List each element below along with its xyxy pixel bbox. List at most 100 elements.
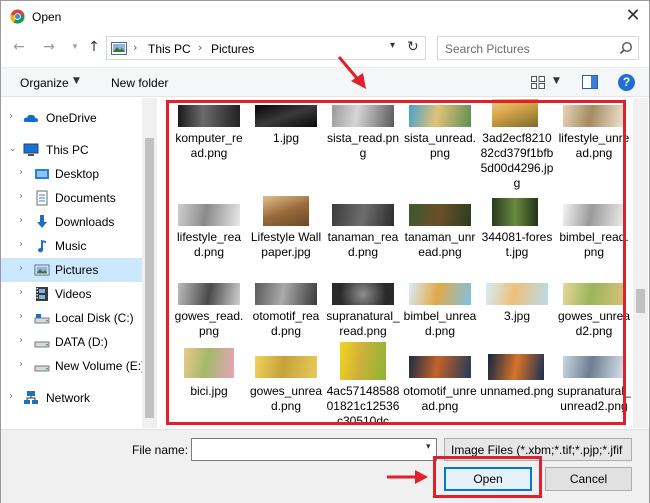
sidebar-item-videos[interactable]: › Videos — [1, 282, 142, 306]
sidebar-item-label: Pictures — [55, 263, 99, 277]
sidebar-item-music[interactable]: › Music — [1, 234, 142, 258]
breadcrumb-separator-icon: › — [198, 41, 203, 54]
chevron-right-icon[interactable]: › — [19, 263, 23, 274]
image-thumbnail — [263, 196, 309, 226]
view-dropdown-icon[interactable]: ▼ — [553, 76, 560, 86]
back-arrow-icon[interactable]: ← — [11, 39, 27, 55]
chevron-right-icon[interactable]: › — [19, 335, 23, 346]
new-folder-button[interactable]: New folder — [111, 76, 168, 90]
file-name: supranatural_read.png — [326, 309, 400, 338]
chevron-right-icon[interactable]: › — [19, 239, 23, 250]
download-arrow-icon — [37, 215, 47, 228]
computer-icon — [23, 143, 39, 156]
address-dropdown-icon[interactable]: ▾ — [390, 40, 395, 51]
chevron-down-icon[interactable]: ⌄ — [9, 144, 17, 154]
file-list: komputer_read.png 1.jpg sista_read.png s… — [158, 98, 633, 428]
help-icon[interactable]: ? — [618, 74, 635, 91]
image-thumbnail — [563, 204, 625, 226]
sidebar-item-downloads[interactable]: › Downloads — [1, 210, 142, 234]
image-thumbnail — [563, 356, 625, 378]
chevron-right-icon[interactable]: › — [19, 191, 23, 202]
chevron-right-icon[interactable]: › — [9, 111, 13, 122]
image-thumbnail — [488, 354, 544, 380]
sidebar-item-this-pc[interactable]: ⌄ This PC — [1, 138, 142, 162]
sidebar-item-label: New Volume (E:) — [55, 359, 146, 373]
image-thumbnail — [178, 204, 240, 226]
network-icon — [24, 391, 38, 404]
sidebar-item-label: Documents — [55, 191, 116, 205]
refresh-icon[interactable]: ↻ — [407, 39, 419, 55]
file-name: 1.jpg — [272, 131, 300, 145]
documents-icon — [36, 190, 48, 206]
preview-pane-icon[interactable] — [582, 75, 598, 89]
organize-button[interactable]: Organize — [20, 76, 69, 90]
file-name: supranatural_unread2.png — [557, 384, 631, 413]
sidebar-item-label: This PC — [46, 143, 89, 157]
chevron-right-icon[interactable]: › — [19, 215, 23, 226]
chevron-right-icon[interactable]: › — [19, 287, 23, 298]
file-name: tanaman_unread.png — [404, 230, 476, 259]
organize-dropdown-icon[interactable]: ▼ — [73, 76, 80, 86]
file-name: gowes_unread.png — [249, 384, 323, 413]
file-name: lifestyle_unread.png — [558, 131, 630, 160]
file-list-scrollbar-thumb[interactable] — [636, 289, 645, 313]
sidebar-item-label: Downloads — [55, 215, 115, 229]
annotation-arrow-icon — [387, 470, 428, 484]
file-name: bimbel_read.png — [559, 230, 629, 259]
view-options-icon[interactable] — [531, 76, 545, 89]
breadcrumb-pictures[interactable]: Pictures — [211, 42, 254, 56]
command-toolbar: Organize ▼ New folder ▼ ? — [1, 67, 649, 97]
image-thumbnail — [178, 283, 240, 305]
chrome-icon — [10, 9, 25, 24]
cloud-icon — [23, 114, 38, 122]
disk-drive-icon — [34, 314, 50, 324]
breadcrumb-this-pc[interactable]: This PC — [148, 42, 191, 56]
disk-drive-icon — [34, 365, 50, 372]
file-name: 3.jpg — [503, 309, 531, 323]
image-thumbnail — [332, 204, 394, 226]
cancel-button[interactable]: Cancel — [545, 467, 632, 491]
file-name-input[interactable] — [191, 438, 437, 461]
sidebar-item-documents[interactable]: › Documents — [1, 186, 142, 210]
chevron-right-icon[interactable]: › — [19, 167, 23, 178]
search-box[interactable]: Search Pictures — [437, 36, 639, 60]
file-name: bici.jpg — [190, 384, 228, 398]
recent-chevron-icon[interactable]: ▾ — [67, 39, 83, 55]
image-thumbnail — [409, 283, 471, 305]
sidebar-item-local-disk-c[interactable]: › Local Disk (C:) — [1, 306, 142, 330]
image-thumbnail — [178, 105, 240, 127]
file-name: bimbel_unread.png — [403, 309, 477, 338]
forward-arrow-icon[interactable]: → — [41, 39, 57, 55]
close-icon[interactable]: ✕ — [619, 4, 647, 28]
title-bar: Open ✕ — [1, 1, 649, 31]
file-name-dropdown-icon[interactable]: ▾ — [426, 442, 431, 452]
image-thumbnail — [332, 283, 394, 305]
sidebar-item-label: Network — [46, 391, 91, 405]
image-thumbnail — [184, 348, 234, 378]
music-note-icon — [38, 240, 46, 253]
sidebar-item-pictures[interactable]: › Pictures — [1, 258, 142, 282]
sidebar-scrollbar-thumb[interactable] — [145, 138, 154, 418]
sidebar-item-new-volume-e[interactable]: › New Volume (E:) — [1, 354, 146, 378]
image-thumbnail — [563, 283, 625, 305]
sidebar-item-network[interactable]: › Network — [1, 386, 142, 410]
file-name: Lifestyle Wallpaper.jpg — [250, 230, 322, 259]
image-thumbnail — [340, 342, 386, 380]
image-thumbnail — [409, 356, 471, 378]
sidebar-item-desktop[interactable]: › Desktop — [1, 162, 142, 186]
film-icon — [36, 287, 48, 301]
file-name: 344081-forest.jpg — [481, 230, 553, 259]
file-name: lifestyle_read.png — [176, 230, 242, 259]
up-arrow-icon[interactable]: ↑ — [86, 39, 102, 55]
address-bar[interactable]: › This PC › Pictures ▾ ↻ — [106, 36, 426, 60]
sidebar-item-label: Desktop — [55, 167, 100, 181]
chevron-right-icon[interactable]: › — [19, 359, 23, 370]
search-input[interactable]: Search Pictures — [445, 42, 530, 56]
sidebar-item-data-d[interactable]: › DATA (D:) — [1, 330, 142, 354]
chevron-right-icon[interactable]: › — [19, 311, 23, 322]
sidebar-item-onedrive[interactable]: › OneDrive — [1, 106, 142, 130]
file-list-scrollbar[interactable] — [633, 98, 648, 428]
chevron-right-icon[interactable]: › — [9, 391, 13, 402]
sidebar-item-label: Music — [55, 239, 87, 253]
image-thumbnail — [409, 204, 471, 226]
